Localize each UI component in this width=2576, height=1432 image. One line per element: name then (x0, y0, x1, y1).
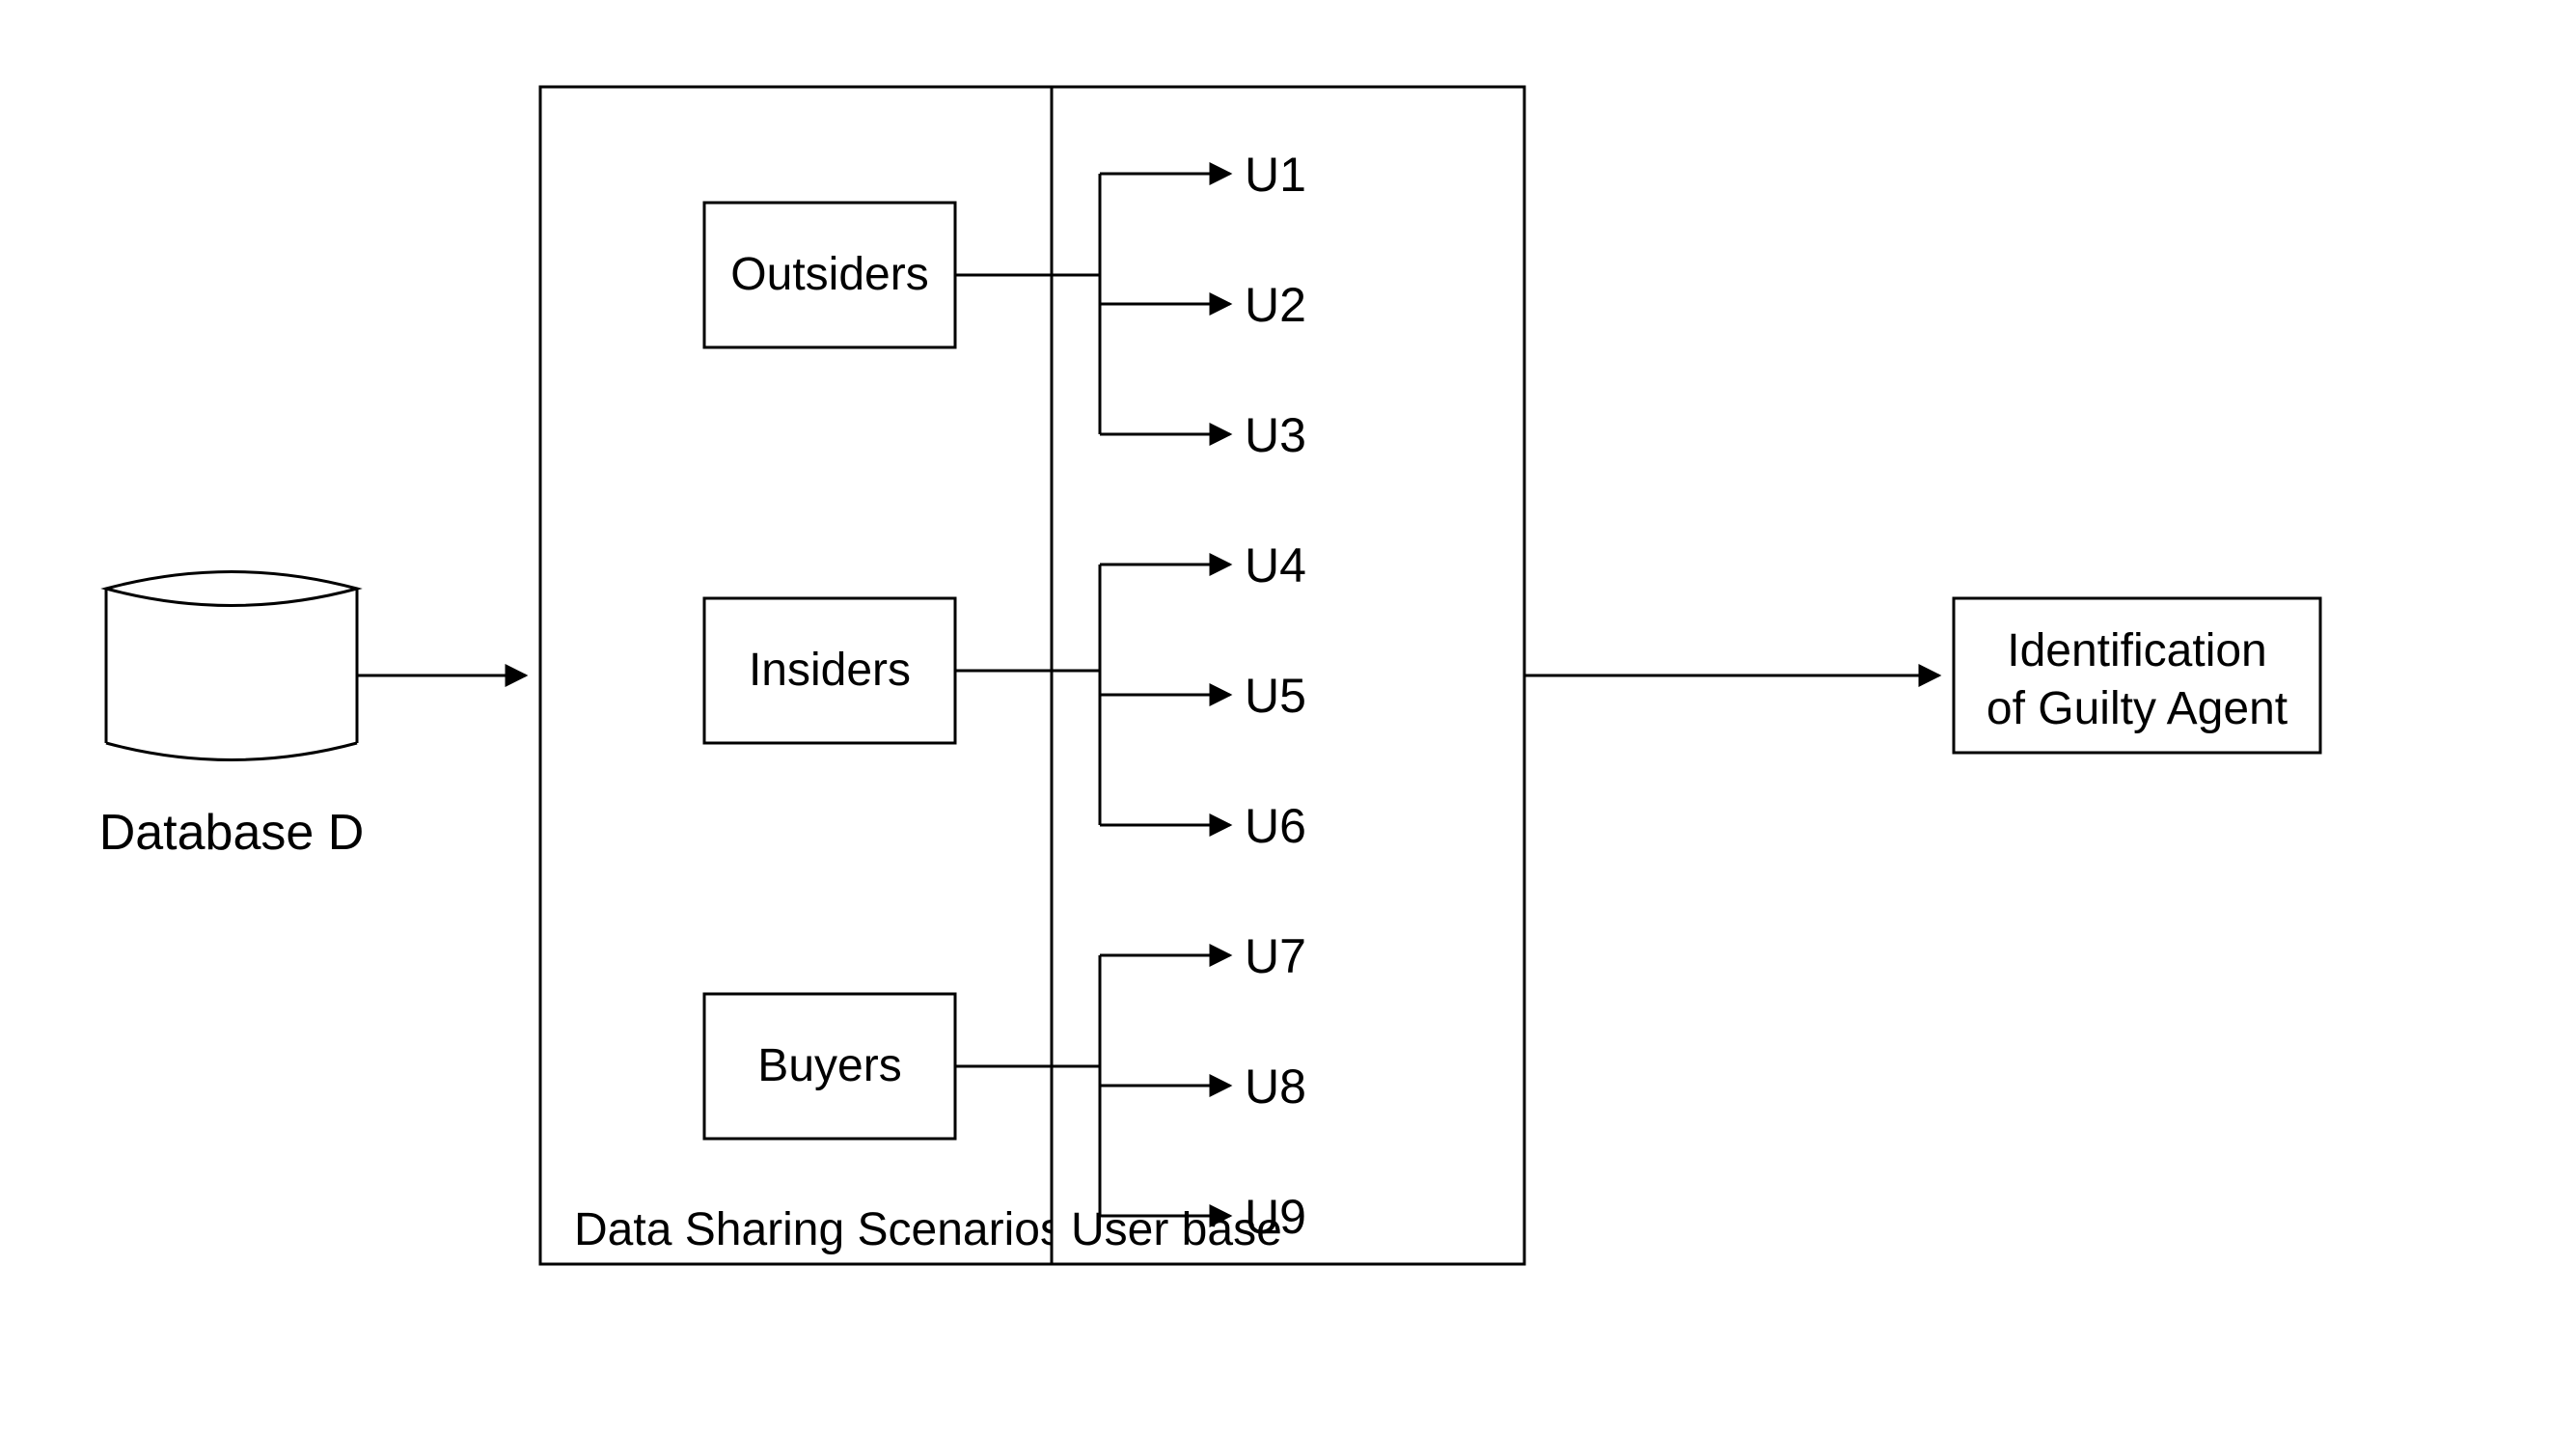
group-buyers-label: Buyers (757, 1040, 901, 1091)
user-u1: U1 (1245, 148, 1306, 202)
database-label: Database D (99, 805, 365, 861)
result-line1: Identification (2007, 625, 2267, 676)
diagram: Database D Data Sharing Scenarios Outsid… (0, 0, 2576, 1432)
group-insiders-label: Insiders (749, 645, 911, 696)
user-u7: U7 (1245, 929, 1306, 983)
user-u9: U9 (1245, 1190, 1306, 1244)
scenarios-title: Data Sharing Scenarios (574, 1204, 1063, 1255)
user-u3: U3 (1245, 408, 1306, 462)
user-u5: U5 (1245, 669, 1306, 723)
user-u8: U8 (1245, 1060, 1306, 1114)
database-shape (106, 572, 357, 760)
result-line2: of Guilty Agent (1987, 683, 2288, 734)
user-u4: U4 (1245, 538, 1306, 592)
user-u2: U2 (1245, 278, 1306, 332)
user-u6: U6 (1245, 799, 1306, 853)
group-outsiders-label: Outsiders (730, 249, 928, 300)
